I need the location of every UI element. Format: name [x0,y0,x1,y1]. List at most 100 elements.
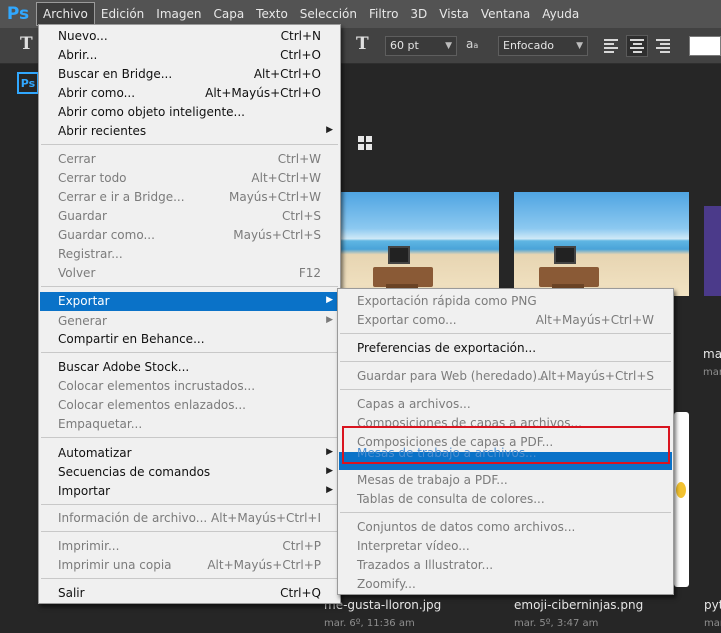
menu-item-salir[interactable]: Salir Ctrl+Q [40,584,339,603]
menu-item-interpretar-video[interactable]: Interpretar vídeo... [339,537,672,556]
menu-item-mesas-a-archivos[interactable]: Mesas de trabajo a archivos... [339,446,672,470]
antialias-select[interactable]: Enfocado ▼ [498,36,588,56]
menu-ventana[interactable]: Ventana [475,2,536,26]
font-size-icon: T [356,34,369,54]
recent-file-date: mar. 6º, 11:36 am [324,618,415,629]
type-tool-icon[interactable]: T [20,34,33,54]
chevron-right-icon: ▶ [326,447,333,457]
recent-file-name[interactable]: pyt [704,598,721,612]
menu-item-exportacion-rapida-png[interactable]: Exportación rápida como PNG [339,292,672,311]
menu-item-capas-a-archivos[interactable]: Capas a archivos... [339,395,672,414]
emoji-shape [676,482,686,498]
menu-item-nuevo[interactable]: Nuevo... Ctrl+N [40,27,339,46]
align-left-button[interactable] [600,35,622,57]
menu-filtro[interactable]: Filtro [363,2,404,26]
chevron-right-icon: ▶ [326,125,333,135]
menu-item-zoomify[interactable]: Zoomify... [339,575,672,594]
menu-item-trazados-illustrator[interactable]: Trazados a Illustrator... [339,556,672,575]
menu-item-abrir-como[interactable]: Abrir como... Alt+Mayús+Ctrl+O [40,84,339,103]
recent-file-date: mar. [703,367,721,378]
menu-vista[interactable]: Vista [433,2,475,26]
menu-item-secuencias-comandos[interactable]: Secuencias de comandos ▶ [40,463,339,482]
chevron-right-icon: ▶ [326,315,333,325]
menu-item-imprimir[interactable]: Imprimir... Ctrl+P [40,537,339,556]
menu-ayuda[interactable]: Ayuda [536,2,585,26]
menu-item-imprimir-copia[interactable]: Imprimir una copia Alt+Mayús+Ctrl+P [40,556,339,575]
grid-view-icon[interactable] [358,136,372,150]
chevron-down-icon: ▼ [576,41,583,51]
menu-separator [41,144,338,145]
menu-item-colocar-incrustados[interactable]: Colocar elementos incrustados... [40,377,339,396]
menu-separator [41,578,338,579]
recent-thumbnail[interactable] [674,412,689,587]
home-photoshop-logo[interactable]: Ps [17,72,39,94]
menu-item-conjuntos-datos[interactable]: Conjuntos de datos como archivos... [339,518,672,537]
chevron-right-icon: ▶ [326,295,333,305]
menu-item-abrir-recientes[interactable]: Abrir recientes ▶ [40,122,339,141]
chevron-right-icon: ▶ [326,466,333,476]
menu-archivo[interactable]: Archivo [36,2,95,26]
recent-thumbnail[interactable] [338,192,499,296]
menu-item-abrir-objeto-inteligente[interactable]: Abrir como objeto inteligente... [40,103,339,122]
antialias-value: Enfocado [503,39,555,52]
menu-seleccion[interactable]: Selección [294,2,363,26]
menu-item-automatizar[interactable]: Automatizar ▶ [40,444,339,463]
menu-item-cerrar[interactable]: Cerrar Ctrl+W [40,150,339,169]
menu-item-buscar-adobe-stock[interactable]: Buscar Adobe Stock... [40,358,339,377]
menu-edicion[interactable]: Edición [95,2,150,26]
chevron-right-icon: ▶ [326,485,333,495]
menu-item-guardar-como[interactable]: Guardar como... Mayús+Ctrl+S [40,226,339,245]
menu-item-tablas-consulta-colores[interactable]: Tablas de consulta de colores... [339,490,672,509]
antialias-icon: aa [466,37,479,51]
align-center-button[interactable] [626,35,648,57]
menu-item-generar[interactable]: Generar ▶ [40,312,339,331]
photoshop-logo: Ps [6,4,30,24]
laptop-shape [554,246,576,264]
menu-item-compartir-behance[interactable]: Compartir en Behance... [40,330,339,349]
menu-item-guardar-para-web[interactable]: Guardar para Web (heredado)... Alt+Mayús+… [339,367,672,386]
menu-item-cerrar-todo[interactable]: Cerrar todo Alt+Ctrl+W [40,169,339,188]
menu-item-exportar-como[interactable]: Exportar como... Alt+Mayús+Ctrl+W [339,311,672,330]
menu-item-preferencias-exportacion[interactable]: Preferencias de exportación... [339,339,672,358]
menu-item-registrar[interactable]: Registrar... [40,245,339,264]
recent-file-name[interactable]: ma [703,347,721,361]
menu-item-colocar-enlazados[interactable]: Colocar elementos enlazados... [40,396,339,415]
menu-item-guardar[interactable]: Guardar Ctrl+S [40,207,339,226]
recent-file-name[interactable]: emoji-ciberninjas.png [514,598,643,612]
chevron-down-icon: ▼ [445,41,452,51]
menu-item-composiciones-a-archivos[interactable]: Composiciones de capas a archivos... [339,414,672,426]
recent-file-name[interactable]: me-gusta-lloron.jpg [324,598,441,612]
menu-3d[interactable]: 3D [404,2,433,26]
menu-item-empaquetar[interactable]: Empaquetar... [40,415,339,434]
menu-capa[interactable]: Capa [207,2,250,26]
menu-separator [340,361,671,362]
menu-imagen[interactable]: Imagen [150,2,207,26]
menu-separator [340,512,671,513]
align-right-button[interactable] [652,35,674,57]
recent-thumbnail[interactable] [704,206,721,296]
menu-separator [340,389,671,390]
recent-file-date: mar. [704,618,721,629]
menu-item-abrir[interactable]: Abrir... Ctrl+O [40,46,339,65]
recent-thumbnail[interactable] [514,192,689,296]
menu-texto[interactable]: Texto [250,2,294,26]
font-size-select[interactable]: 60 pt ▼ [385,36,457,56]
menu-item-exportar[interactable]: Exportar ▶ [40,292,339,311]
menu-item-importar[interactable]: Importar ▶ [40,482,339,501]
menu-separator [41,352,338,353]
menu-item-buscar-en-bridge[interactable]: Buscar en Bridge... Alt+Ctrl+O [40,65,339,84]
menu-separator [340,333,671,334]
recent-file-date: mar. 5º, 3:47 am [514,618,599,629]
menu-item-volver[interactable]: Volver F12 [40,264,339,283]
menu-item-cerrar-ir-bridge[interactable]: Cerrar e ir a Bridge... Mayús+Ctrl+W [40,188,339,207]
menu-separator [41,531,338,532]
archivo-menu: Nuevo... Ctrl+N Abrir... Ctrl+O Buscar en … [38,24,341,604]
menu-item-mesas-a-pdf[interactable]: Mesas de trabajo a PDF... [339,471,672,490]
font-size-value: 60 pt [390,39,419,52]
menu-separator [41,286,338,287]
laptop-shape [388,246,410,264]
exportar-submenu: Exportación rápida como PNG Exportar com… [337,288,674,595]
menu-item-informacion-archivo[interactable]: Información de archivo... Alt+Mayús+Ctrl+… [40,509,339,528]
menu-separator [41,504,338,505]
text-color-swatch[interactable] [689,36,721,56]
